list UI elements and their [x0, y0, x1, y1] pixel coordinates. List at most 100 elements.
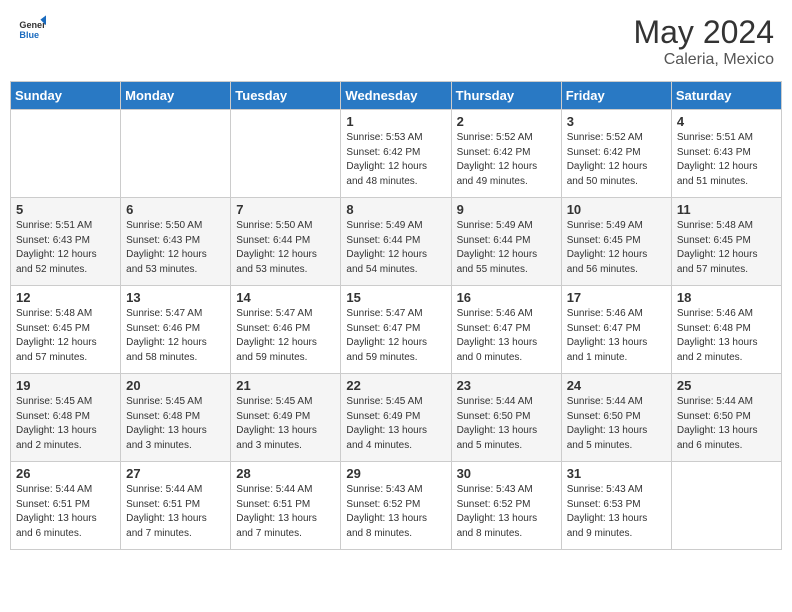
- svg-text:General: General: [19, 20, 46, 30]
- day-info: Sunrise: 5:44 AM Sunset: 6:51 PM Dayligh…: [126, 483, 225, 541]
- day-number: 4: [677, 114, 776, 129]
- day-info: Sunrise: 5:45 AM Sunset: 6:49 PM Dayligh…: [346, 395, 445, 453]
- day-header-monday: Monday: [121, 82, 231, 110]
- day-info: Sunrise: 5:51 AM Sunset: 6:43 PM Dayligh…: [677, 131, 776, 189]
- day-info: Sunrise: 5:45 AM Sunset: 6:48 PM Dayligh…: [16, 395, 115, 453]
- week-row-2: 5 Sunrise: 5:51 AM Sunset: 6:43 PM Daylig…: [11, 198, 782, 286]
- location-subtitle: Caleria, Mexico: [633, 51, 774, 69]
- day-number: 6: [126, 202, 225, 217]
- calendar-cell: 1 Sunrise: 5:53 AM Sunset: 6:42 PM Daylig…: [341, 110, 451, 198]
- day-info: Sunrise: 5:51 AM Sunset: 6:43 PM Dayligh…: [16, 219, 115, 277]
- day-number: 20: [126, 378, 225, 393]
- day-info: Sunrise: 5:44 AM Sunset: 6:51 PM Dayligh…: [236, 483, 335, 541]
- day-number: 9: [457, 202, 556, 217]
- day-number: 29: [346, 466, 445, 481]
- calendar-cell: 17 Sunrise: 5:46 AM Sunset: 6:47 PM Dayli…: [561, 286, 671, 374]
- day-number: 26: [16, 466, 115, 481]
- day-number: 13: [126, 290, 225, 305]
- day-number: 7: [236, 202, 335, 217]
- calendar-cell: 7 Sunrise: 5:50 AM Sunset: 6:44 PM Daylig…: [231, 198, 341, 286]
- day-number: 19: [16, 378, 115, 393]
- calendar-cell: 9 Sunrise: 5:49 AM Sunset: 6:44 PM Daylig…: [451, 198, 561, 286]
- calendar-cell: 23 Sunrise: 5:44 AM Sunset: 6:50 PM Dayli…: [451, 374, 561, 462]
- logo: General Blue: [18, 14, 46, 42]
- calendar-cell: 4 Sunrise: 5:51 AM Sunset: 6:43 PM Daylig…: [671, 110, 781, 198]
- day-number: 23: [457, 378, 556, 393]
- day-number: 11: [677, 202, 776, 217]
- month-year-title: May 2024: [633, 14, 774, 51]
- day-number: 1: [346, 114, 445, 129]
- calendar-cell: 11Sunrise: 5:48 AM Sunset: 6:45 PM Dayli…: [671, 198, 781, 286]
- calendar-cell: 15 Sunrise: 5:47 AM Sunset: 6:47 PM Dayli…: [341, 286, 451, 374]
- calendar-cell: [671, 462, 781, 550]
- day-info: Sunrise: 5:50 AM Sunset: 6:43 PM Dayligh…: [126, 219, 225, 277]
- day-info: Sunrise: 5:48 AM Sunset: 6:45 PM Dayligh…: [16, 307, 115, 365]
- day-info: Sunrise: 5:44 AM Sunset: 6:50 PM Dayligh…: [567, 395, 666, 453]
- day-number: 25: [677, 378, 776, 393]
- calendar-cell: 6 Sunrise: 5:50 AM Sunset: 6:43 PM Daylig…: [121, 198, 231, 286]
- day-info: Sunrise: 5:49 AM Sunset: 6:45 PM Dayligh…: [567, 219, 666, 277]
- day-info: Sunrise: 5:52 AM Sunset: 6:42 PM Dayligh…: [567, 131, 666, 189]
- day-info: Sunrise: 5:49 AM Sunset: 6:44 PM Dayligh…: [346, 219, 445, 277]
- day-info: Sunrise: 5:50 AM Sunset: 6:44 PM Dayligh…: [236, 219, 335, 277]
- svg-text:Blue: Blue: [19, 30, 39, 40]
- day-header-tuesday: Tuesday: [231, 82, 341, 110]
- day-info: Sunrise: 5:52 AM Sunset: 6:42 PM Dayligh…: [457, 131, 556, 189]
- day-info: Sunrise: 5:43 AM Sunset: 6:52 PM Dayligh…: [457, 483, 556, 541]
- day-info: Sunrise: 5:44 AM Sunset: 6:50 PM Dayligh…: [457, 395, 556, 453]
- day-info: Sunrise: 5:47 AM Sunset: 6:46 PM Dayligh…: [126, 307, 225, 365]
- calendar-cell: 28 Sunrise: 5:44 AM Sunset: 6:51 PM Dayli…: [231, 462, 341, 550]
- day-header-thursday: Thursday: [451, 82, 561, 110]
- week-row-5: 26 Sunrise: 5:44 AM Sunset: 6:51 PM Dayli…: [11, 462, 782, 550]
- day-number: 5: [16, 202, 115, 217]
- calendar-cell: [231, 110, 341, 198]
- week-row-4: 19 Sunrise: 5:45 AM Sunset: 6:48 PM Dayli…: [11, 374, 782, 462]
- calendar-cell: 18Sunrise: 5:46 AM Sunset: 6:48 PM Dayli…: [671, 286, 781, 374]
- calendar-cell: [11, 110, 121, 198]
- calendar-cell: 5 Sunrise: 5:51 AM Sunset: 6:43 PM Daylig…: [11, 198, 121, 286]
- calendar-cell: 2 Sunrise: 5:52 AM Sunset: 6:42 PM Daylig…: [451, 110, 561, 198]
- day-number: 17: [567, 290, 666, 305]
- day-number: 2: [457, 114, 556, 129]
- calendar-cell: 16Sunrise: 5:46 AM Sunset: 6:47 PM Dayli…: [451, 286, 561, 374]
- calendar-cell: 14Sunrise: 5:47 AM Sunset: 6:46 PM Dayli…: [231, 286, 341, 374]
- day-number: 30: [457, 466, 556, 481]
- day-info: Sunrise: 5:44 AM Sunset: 6:50 PM Dayligh…: [677, 395, 776, 453]
- calendar-cell: 27 Sunrise: 5:44 AM Sunset: 6:51 PM Dayli…: [121, 462, 231, 550]
- calendar-cell: 22Sunrise: 5:45 AM Sunset: 6:49 PM Dayli…: [341, 374, 451, 462]
- day-number: 28: [236, 466, 335, 481]
- day-number: 8: [346, 202, 445, 217]
- day-info: Sunrise: 5:45 AM Sunset: 6:48 PM Dayligh…: [126, 395, 225, 453]
- calendar-cell: [121, 110, 231, 198]
- calendar-table: SundayMondayTuesdayWednesdayThursdayFrid…: [10, 81, 782, 550]
- day-info: Sunrise: 5:46 AM Sunset: 6:47 PM Dayligh…: [457, 307, 556, 365]
- day-number: 12: [16, 290, 115, 305]
- day-number: 15: [346, 290, 445, 305]
- calendar-cell: 12 Sunrise: 5:48 AM Sunset: 6:45 PM Dayli…: [11, 286, 121, 374]
- day-info: Sunrise: 5:46 AM Sunset: 6:47 PM Dayligh…: [567, 307, 666, 365]
- day-number: 24: [567, 378, 666, 393]
- calendar-cell: 21Sunrise: 5:45 AM Sunset: 6:49 PM Dayli…: [231, 374, 341, 462]
- day-info: Sunrise: 5:53 AM Sunset: 6:42 PM Dayligh…: [346, 131, 445, 189]
- logo-icon: General Blue: [18, 14, 46, 42]
- calendar-cell: 10Sunrise: 5:49 AM Sunset: 6:45 PM Dayli…: [561, 198, 671, 286]
- day-header-saturday: Saturday: [671, 82, 781, 110]
- calendar-cell: 29Sunrise: 5:43 AM Sunset: 6:52 PM Dayli…: [341, 462, 451, 550]
- calendar-cell: 24 Sunrise: 5:44 AM Sunset: 6:50 PM Dayli…: [561, 374, 671, 462]
- day-header-friday: Friday: [561, 82, 671, 110]
- calendar-cell: 31Sunrise: 5:43 AM Sunset: 6:53 PM Dayli…: [561, 462, 671, 550]
- day-info: Sunrise: 5:46 AM Sunset: 6:48 PM Dayligh…: [677, 307, 776, 365]
- calendar-cell: 19 Sunrise: 5:45 AM Sunset: 6:48 PM Dayli…: [11, 374, 121, 462]
- day-info: Sunrise: 5:45 AM Sunset: 6:49 PM Dayligh…: [236, 395, 335, 453]
- day-number: 14: [236, 290, 335, 305]
- day-number: 31: [567, 466, 666, 481]
- day-info: Sunrise: 5:47 AM Sunset: 6:47 PM Dayligh…: [346, 307, 445, 365]
- day-info: Sunrise: 5:49 AM Sunset: 6:44 PM Dayligh…: [457, 219, 556, 277]
- calendar-cell: 8 Sunrise: 5:49 AM Sunset: 6:44 PM Daylig…: [341, 198, 451, 286]
- calendar-cell: 20 Sunrise: 5:45 AM Sunset: 6:48 PM Dayli…: [121, 374, 231, 462]
- day-number: 3: [567, 114, 666, 129]
- calendar-cell: 26Sunrise: 5:44 AM Sunset: 6:51 PM Dayli…: [11, 462, 121, 550]
- day-header-wednesday: Wednesday: [341, 82, 451, 110]
- day-header-sunday: Sunday: [11, 82, 121, 110]
- day-number: 27: [126, 466, 225, 481]
